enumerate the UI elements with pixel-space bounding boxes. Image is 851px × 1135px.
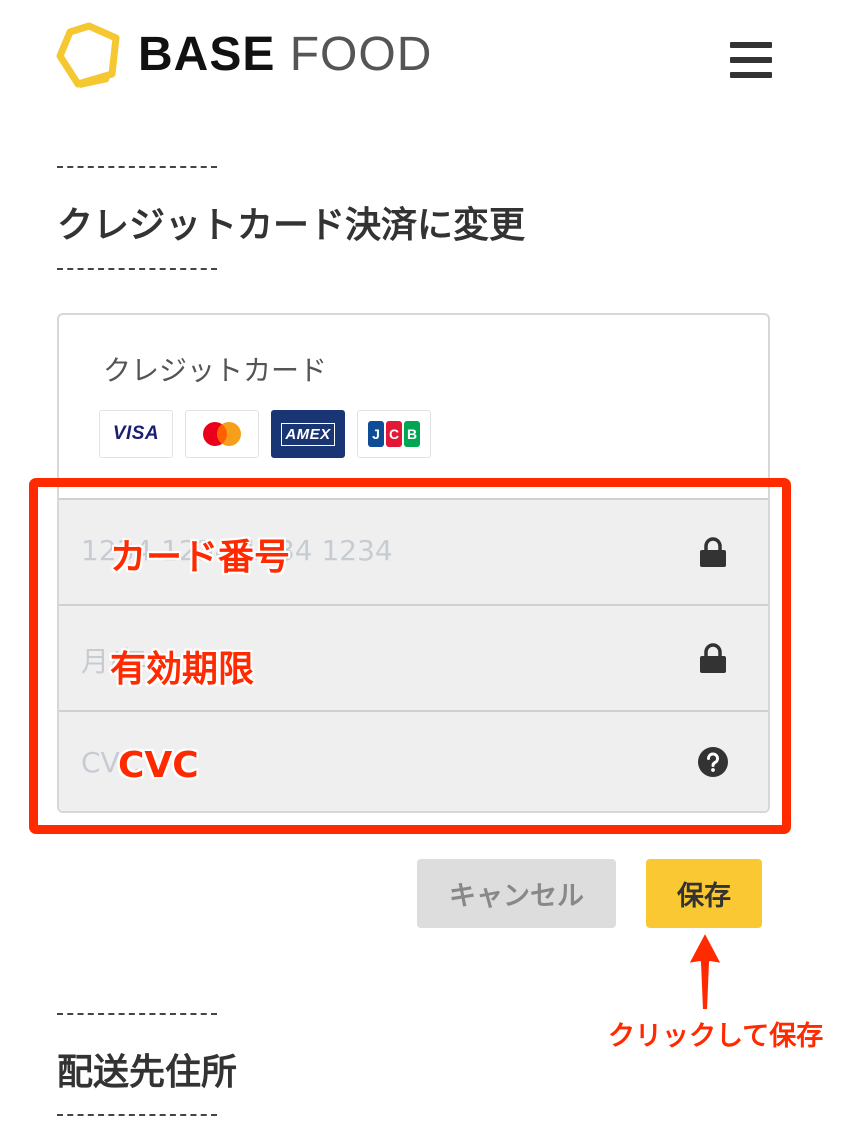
cancel-button[interactable]: キャンセル xyxy=(417,859,616,928)
visa-logo-icon: VISA xyxy=(99,410,173,458)
logo-hexagon-icon xyxy=(56,22,120,88)
address-section-title: 配送先住所 xyxy=(57,1052,238,1093)
annotation-expiry: 有効期限 xyxy=(110,649,255,690)
amex-logo-icon: AMEX xyxy=(271,410,345,458)
card-brand-list: VISA AMEX J C B xyxy=(99,410,431,458)
logo-text-base: BASE xyxy=(138,28,276,81)
logo-text-food: FOOD xyxy=(289,28,433,81)
section-divider xyxy=(57,166,217,168)
base-food-logo[interactable]: BASE FOOD xyxy=(56,22,432,88)
annotation-arrow-up-icon xyxy=(687,931,723,1011)
annotation-card-number: カード番号 xyxy=(110,537,291,578)
section-divider xyxy=(57,1114,217,1116)
annotation-cvc: CVC xyxy=(118,745,199,786)
visa-label: VISA xyxy=(112,423,160,444)
hamburger-menu-icon[interactable] xyxy=(730,42,772,78)
annotation-click-save: クリックして保存 xyxy=(608,1021,824,1052)
section-divider xyxy=(57,268,217,270)
mastercard-logo-icon xyxy=(185,410,259,458)
jcb-logo-icon: J C B xyxy=(357,410,431,458)
save-button[interactable]: 保存 xyxy=(646,859,762,928)
logo-text: BASE FOOD xyxy=(138,31,432,79)
credit-section-title: クレジットカード決済に変更 xyxy=(57,205,526,246)
amex-label: AMEX xyxy=(281,422,335,446)
credit-card-label: クレジットカード xyxy=(103,354,328,387)
section-divider xyxy=(57,1013,217,1015)
